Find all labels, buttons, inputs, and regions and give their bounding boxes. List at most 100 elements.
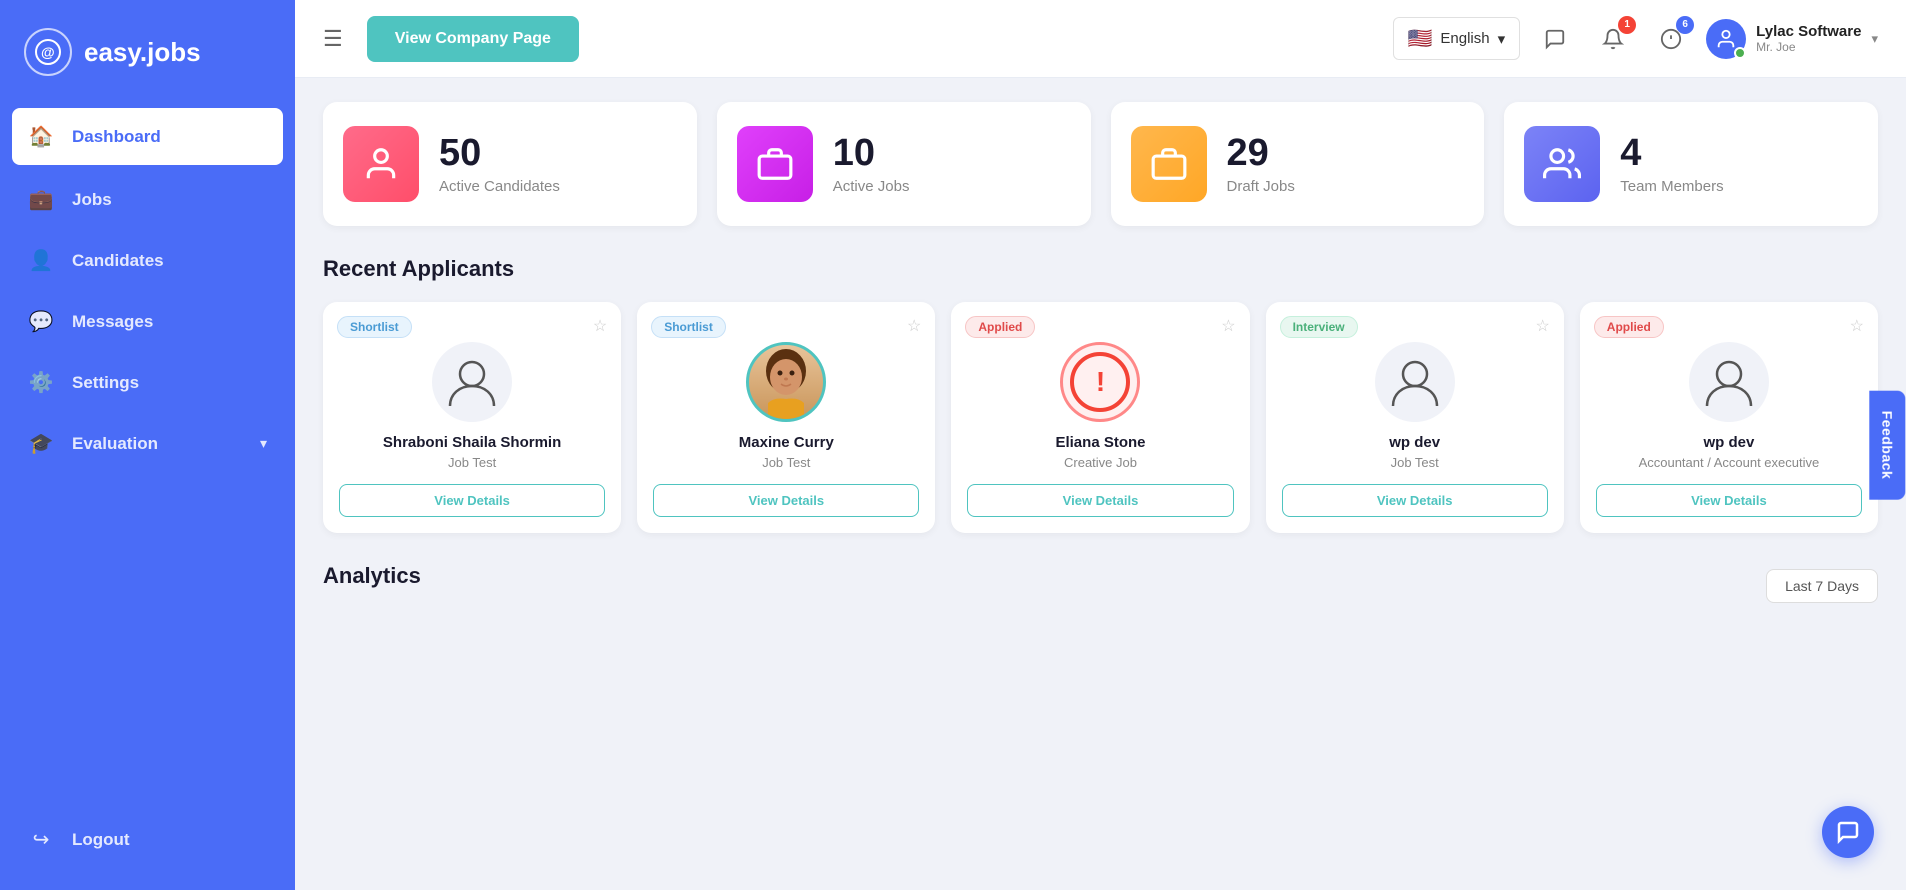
logout-icon: ↪ (28, 827, 54, 852)
analytics-title: Analytics (323, 563, 421, 589)
avatar-2 (746, 342, 826, 422)
applicant-job-1: Job Test (448, 455, 496, 470)
stat-info-draft-jobs: 29 Draft Jobs (1227, 134, 1295, 195)
bell-badge: 1 (1618, 16, 1636, 34)
badge-applied-5: Applied (1594, 316, 1664, 338)
evaluation-icon: 🎓 (28, 431, 54, 456)
active-jobs-number: 10 (833, 134, 910, 172)
applicant-job-2: Job Test (762, 455, 810, 470)
view-details-button-2[interactable]: View Details (653, 484, 919, 517)
app-name: easy.jobs (84, 37, 201, 68)
chevron-down-icon: ▾ (260, 435, 267, 452)
applicant-name-3: Eliana Stone (1055, 434, 1145, 451)
star-icon-1[interactable]: ☆ (593, 316, 607, 336)
sidebar-item-dashboard[interactable]: 🏠 Dashboard (12, 108, 283, 165)
applicant-name-4: wp dev (1389, 434, 1440, 451)
svg-text:@: @ (41, 44, 55, 60)
stat-card-draft-jobs: 29 Draft Jobs (1111, 102, 1485, 226)
badge-shortlist-1: Shortlist (337, 316, 412, 338)
stat-card-team-members: 4 Team Members (1504, 102, 1878, 226)
badge-interview-4: Interview (1280, 316, 1358, 338)
user-company: Lylac Software (1756, 23, 1861, 40)
star-icon-4[interactable]: ☆ (1535, 316, 1549, 336)
applicant-card-3: Applied ☆ ! Eliana Stone Creative Job Vi… (951, 302, 1249, 533)
applicant-job-3: Creative Job (1064, 455, 1137, 470)
user-menu[interactable]: Lylac Software Mr. Joe ▾ (1706, 19, 1878, 59)
draft-jobs-icon (1131, 126, 1207, 202)
applicant-card-1: Shortlist ☆ Shraboni Shaila Shormin Job … (323, 302, 621, 533)
content-area: 50 Active Candidates 10 Active Jobs (295, 78, 1906, 890)
stat-card-active-candidates: 50 Active Candidates (323, 102, 697, 226)
jobs-icon: 💼 (28, 187, 54, 212)
active-candidates-icon (343, 126, 419, 202)
applicant-card-4: Interview ☆ wp dev Job Test View Details (1266, 302, 1564, 533)
active-candidates-label: Active Candidates (439, 178, 560, 195)
sidebar: @ easy.jobs 🏠 Dashboard 💼 Jobs 👤 Candida… (0, 0, 295, 890)
app-logo-icon: @ (24, 28, 72, 76)
menu-icon[interactable]: ☰ (323, 26, 343, 52)
sidebar-item-jobs[interactable]: 💼 Jobs (0, 169, 295, 230)
sidebar-item-settings[interactable]: ⚙️ Settings (0, 352, 295, 413)
active-candidates-number: 50 (439, 134, 560, 172)
draft-jobs-label: Draft Jobs (1227, 178, 1295, 195)
topbar-icons: 1 6 (1536, 20, 1690, 58)
sidebar-label-messages: Messages (72, 312, 153, 332)
view-details-button-1[interactable]: View Details (339, 484, 605, 517)
settings-icon: ⚙️ (28, 370, 54, 395)
avatar-1 (432, 342, 512, 422)
view-details-button-4[interactable]: View Details (1282, 484, 1548, 517)
sidebar-item-messages[interactable]: 💬 Messages (0, 291, 295, 352)
sidebar-label-jobs: Jobs (72, 190, 112, 210)
feedback-tab[interactable]: Feedback (1870, 391, 1906, 500)
active-jobs-label: Active Jobs (833, 178, 910, 195)
applicant-name-5: wp dev (1703, 434, 1754, 451)
messages-icon: 💬 (28, 309, 54, 334)
view-company-button[interactable]: View Company Page (367, 16, 579, 62)
topbar: ☰ View Company Page 🇺🇸 English ▾ 1 (295, 0, 1906, 78)
view-details-button-3[interactable]: View Details (967, 484, 1233, 517)
avatar-3: ! (1060, 342, 1140, 422)
stat-info-team-members: 4 Team Members (1620, 134, 1723, 195)
star-icon-3[interactable]: ☆ (1221, 316, 1235, 336)
last-7-days-button[interactable]: Last 7 Days (1766, 569, 1878, 603)
applicant-card-5: Applied ☆ wp dev Accountant / Account ex… (1580, 302, 1878, 533)
applicant-name-2: Maxine Curry (739, 434, 834, 451)
star-icon-2[interactable]: ☆ (907, 316, 921, 336)
language-chevron-icon: ▾ (1498, 30, 1506, 48)
stat-info-active-jobs: 10 Active Jobs (833, 134, 910, 195)
user-name: Mr. Joe (1756, 40, 1861, 54)
sidebar-nav: 🏠 Dashboard 💼 Jobs 👤 Candidates 💬 Messag… (0, 104, 295, 890)
avatar (1706, 19, 1746, 59)
applicant-job-4: Job Test (1391, 455, 1439, 470)
messages-icon-button[interactable] (1536, 20, 1574, 58)
draft-jobs-number: 29 (1227, 134, 1295, 172)
sidebar-label-logout: Logout (72, 830, 130, 850)
home-icon: 🏠 (28, 124, 54, 149)
sidebar-label-dashboard: Dashboard (72, 127, 161, 147)
sidebar-item-logout[interactable]: ↪ Logout (0, 809, 295, 870)
main-area: ☰ View Company Page 🇺🇸 English ▾ 1 (295, 0, 1906, 890)
team-members-label: Team Members (1620, 178, 1723, 195)
alerts-icon-button[interactable]: 6 (1652, 20, 1690, 58)
team-members-number: 4 (1620, 134, 1723, 172)
view-details-button-5[interactable]: View Details (1596, 484, 1862, 517)
avatar-4 (1375, 342, 1455, 422)
sidebar-bottom: ↪ Logout (0, 809, 295, 890)
sidebar-label-settings: Settings (72, 373, 139, 393)
notifications-bell-button[interactable]: 1 (1594, 20, 1632, 58)
sidebar-item-evaluation[interactable]: 🎓 Evaluation ▾ (0, 413, 295, 474)
chat-fab-button[interactable] (1822, 806, 1874, 858)
badge-applied-3: Applied (965, 316, 1035, 338)
avatar-5 (1689, 342, 1769, 422)
applicants-grid: Shortlist ☆ Shraboni Shaila Shormin Job … (323, 302, 1878, 533)
sidebar-label-candidates: Candidates (72, 251, 164, 271)
star-icon-5[interactable]: ☆ (1850, 316, 1864, 336)
sidebar-item-candidates[interactable]: 👤 Candidates (0, 230, 295, 291)
team-members-icon (1524, 126, 1600, 202)
user-menu-chevron-icon: ▾ (1871, 31, 1878, 47)
recent-applicants-title: Recent Applicants (323, 256, 1878, 282)
language-selector[interactable]: 🇺🇸 English ▾ (1393, 17, 1521, 60)
active-jobs-icon (737, 126, 813, 202)
flag-icon: 🇺🇸 (1408, 26, 1433, 51)
user-info: Lylac Software Mr. Joe (1756, 23, 1861, 54)
